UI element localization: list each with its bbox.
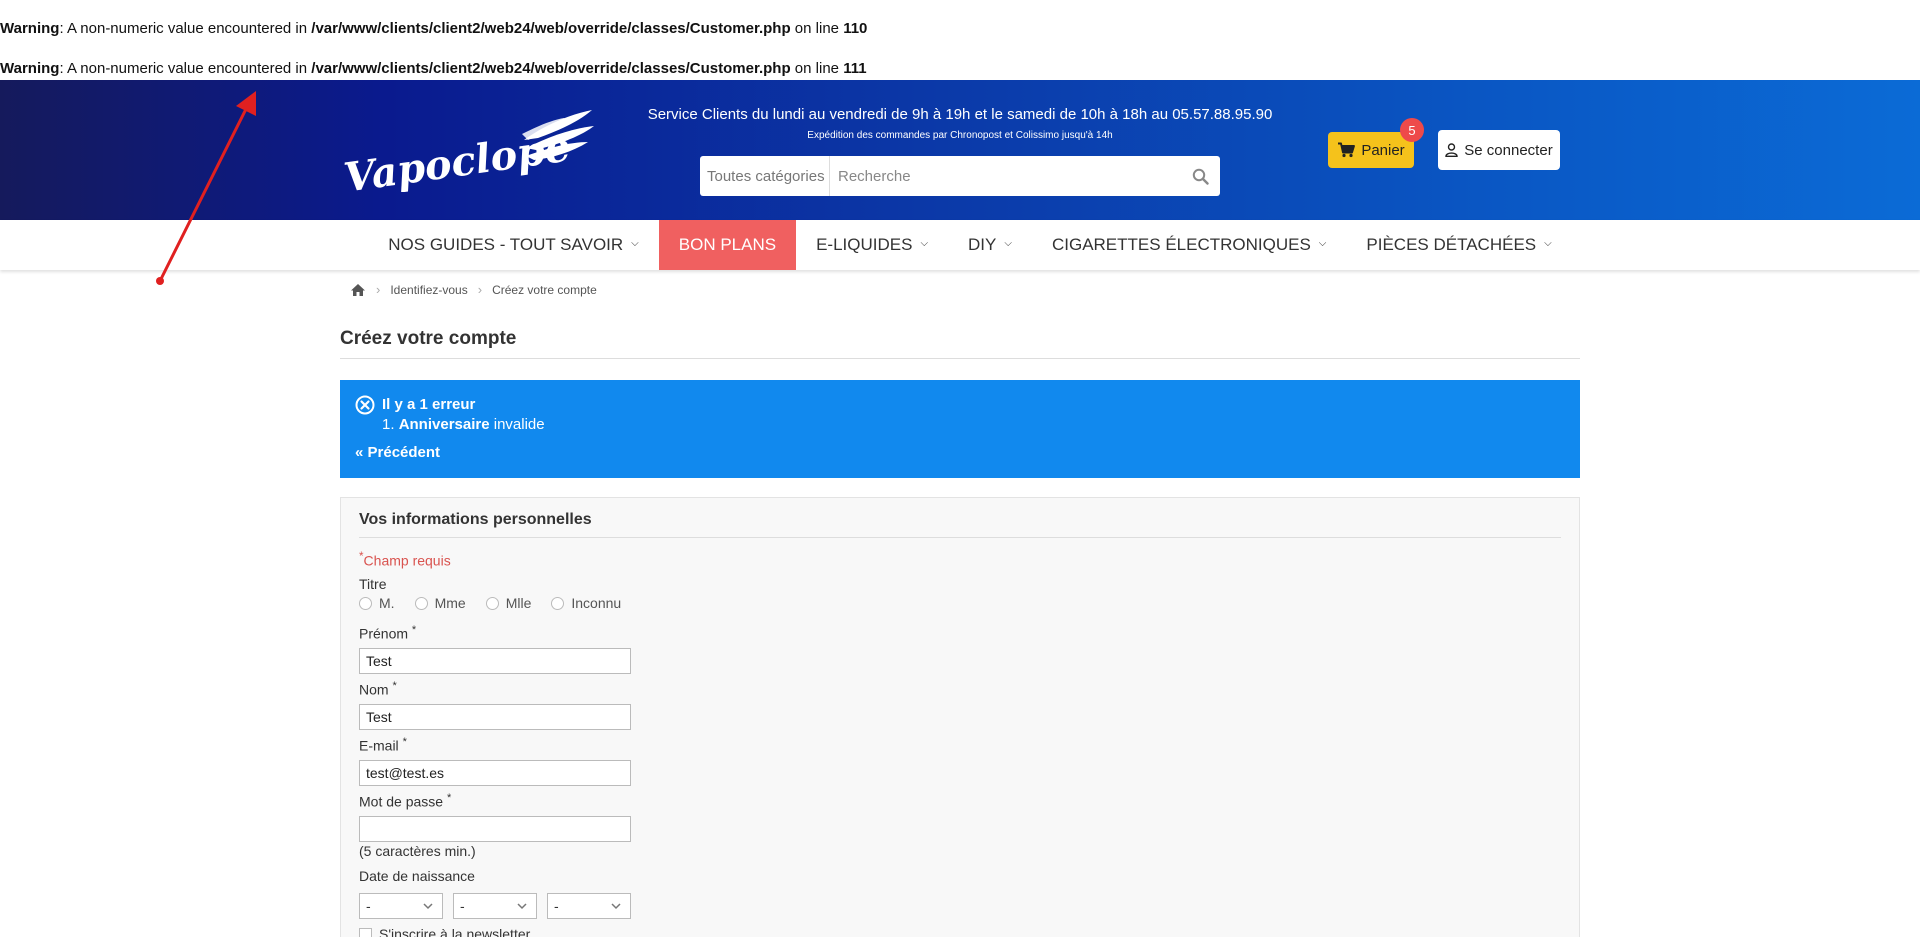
section-title: Vos informations personnelles <box>359 511 592 528</box>
cart-label: Panier <box>1361 141 1405 159</box>
firstname-field[interactable] <box>359 648 631 674</box>
nav-label: NOS GUIDES - TOUT SAVOIR <box>388 235 624 254</box>
email-field[interactable] <box>359 760 631 786</box>
title-label: Titre <box>359 576 387 592</box>
firstname-label: Prénom * <box>359 624 417 642</box>
page-title: Créez votre compte <box>340 328 517 349</box>
main-nav: NOS GUIDES - TOUT SAVOIR ⌵ BON PLANS E-LI… <box>0 220 1920 270</box>
chevron-down-icon <box>423 903 433 910</box>
email-label: E-mail * <box>359 736 407 754</box>
password-hint: (5 caractères min.) <box>359 843 476 859</box>
nav-label: E-LIQUIDES <box>816 235 913 254</box>
personal-info-panel: Vos informations personnelles *Champ req… <box>340 497 1580 937</box>
breadcrumb-item-login[interactable]: Identifiez-vous <box>390 283 467 297</box>
cart-icon <box>1338 142 1356 158</box>
close-circle-icon <box>355 395 375 415</box>
birthdate-day-select[interactable]: - <box>359 893 443 919</box>
birthdate-year-select[interactable]: - <box>547 893 631 919</box>
radio-inconnu[interactable]: Inconnu <box>551 595 621 611</box>
logo-wordmark: Vapoclope <box>341 123 573 192</box>
breadcrumb: › Identifiez-vous › Créez votre compte <box>350 282 597 297</box>
breadcrumb-separator: › <box>376 282 381 297</box>
search-bar: Toutes catégories <box>700 156 1220 196</box>
chevron-down-icon <box>517 903 527 910</box>
nav-item-bon-plans[interactable]: BON PLANS <box>658 220 797 270</box>
vapoclope-logo[interactable]: Vapoclope <box>338 108 598 192</box>
search-input[interactable] <box>830 156 1180 196</box>
password-field[interactable] <box>359 816 631 842</box>
birthdate-month-select[interactable]: - <box>453 893 537 919</box>
title-radio-group: M. Mme Mlle Inconnu <box>359 595 621 611</box>
nav-item-e-liquides[interactable]: E-LIQUIDES ⌵ <box>796 220 948 270</box>
login-button[interactable]: Se connecter <box>1438 130 1560 170</box>
back-link[interactable]: « Précédent <box>355 444 440 461</box>
warning-line-2: Warning: A non-numeric value encountered… <box>0 60 867 77</box>
error-item: 1. Anniversaire invalide <box>382 416 545 433</box>
nav-item-cigarettes[interactable]: CIGARETTES ÉLECTRONIQUES ⌵ <box>1032 220 1346 270</box>
nav-label: DIY <box>968 235 997 254</box>
warning-line-1: Warning: A non-numeric value encountered… <box>0 20 868 37</box>
search-category-select[interactable]: Toutes catégories <box>700 156 830 196</box>
cart-button[interactable]: Panier <box>1328 132 1414 168</box>
birthdate-label: Date de naissance <box>359 868 475 884</box>
breadcrumb-separator: › <box>477 282 483 297</box>
nav-item-diy[interactable]: DIY ⌵ <box>948 220 1032 270</box>
home-icon[interactable] <box>350 283 366 297</box>
chevron-down-icon: ⌵ <box>920 237 929 249</box>
search-icon <box>1192 168 1209 185</box>
nav-item-pieces[interactable]: PIÈCES DÉTACHÉES ⌵ <box>1346 220 1571 270</box>
title-divider <box>340 358 1580 359</box>
search-button[interactable] <box>1180 156 1220 196</box>
error-alert: Il y a 1 erreur 1. Anniversaire invalide… <box>340 380 1580 478</box>
user-icon <box>1445 143 1458 157</box>
chevron-down-icon: ⌵ <box>1318 237 1327 249</box>
chevron-down-icon: ⌵ <box>631 237 639 249</box>
nav-label: PIÈCES DÉTACHÉES <box>1366 235 1537 254</box>
lastname-field[interactable] <box>359 704 631 730</box>
password-label: Mot de passe * <box>359 792 452 810</box>
chevron-down-icon: ⌵ <box>1004 237 1012 249</box>
newsletter-checkbox[interactable]: S'inscrire à la newsletter <box>359 926 530 937</box>
service-hours-text: Service Clients du lundi au vendredi de … <box>647 106 1273 123</box>
radio-m[interactable]: M. <box>359 595 395 611</box>
chevron-down-icon <box>611 903 621 910</box>
cart-count-badge: 5 <box>1400 118 1424 142</box>
nav-item-guides[interactable]: NOS GUIDES - TOUT SAVOIR ⌵ <box>368 220 659 270</box>
nav-label: CIGARETTES ÉLECTRONIQUES <box>1051 235 1311 254</box>
breadcrumb-item-current: Créez votre compte <box>492 282 597 297</box>
nav-label: BON PLANS <box>678 235 777 254</box>
chevron-down-icon: ⌵ <box>1544 237 1552 249</box>
error-title: Il y a 1 erreur <box>382 396 476 413</box>
shipping-text: Expédition des commandes par Chronopost … <box>807 130 1113 141</box>
required-note: *Champ requis <box>359 550 451 569</box>
radio-mme[interactable]: Mme <box>414 595 466 611</box>
php-warnings: Warning: A non-numeric value encountered… <box>0 0 1920 80</box>
site-header: Vapoclope Service Clients du lundi au ve… <box>0 80 1920 220</box>
radio-mlle[interactable]: Mlle <box>485 595 531 611</box>
section-divider <box>359 537 1561 538</box>
login-label: Se connecter <box>1464 141 1553 159</box>
lastname-label: Nom * <box>359 680 397 698</box>
